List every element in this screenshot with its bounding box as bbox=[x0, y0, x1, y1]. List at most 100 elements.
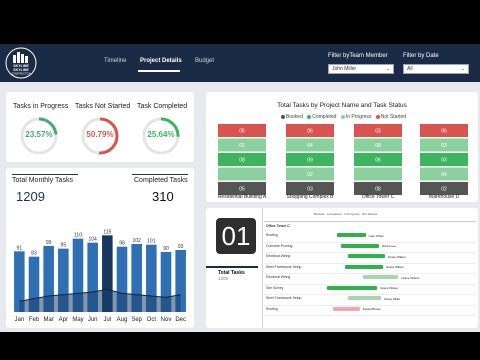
segment-value-label: 03 bbox=[441, 158, 447, 164]
gantt-row-label: Electrical Wiring bbox=[266, 254, 291, 258]
filter-date-label: Filter by Date bbox=[403, 53, 439, 59]
project-status-card: Total Tasks by Project Name and Task Sta… bbox=[206, 92, 478, 202]
segment-value-label: 05 bbox=[239, 187, 245, 193]
logo-line-3: CONSTRUCTION bbox=[11, 73, 31, 76]
project-category-label: Residential Building A bbox=[218, 194, 267, 200]
skyline-logo: SKYLINE SKYLINE CONSTRUCTION bbox=[5, 47, 37, 79]
segment-value-label: 02 bbox=[307, 172, 313, 178]
filter-date-select[interactable]: All ⌄ bbox=[403, 64, 469, 74]
kpi-value-not-started: 50.79% bbox=[86, 130, 114, 139]
project-category-label: Warehouse D bbox=[429, 194, 460, 200]
gantt-row-divider bbox=[264, 294, 476, 295]
project-category-label: Shopping Complex B bbox=[287, 194, 335, 200]
kpi-card: Tasks in Progress Tasks Not Started Task… bbox=[6, 92, 194, 162]
gantt-assignee-label: Grace Wilson bbox=[387, 254, 406, 259]
title-divider bbox=[12, 174, 78, 175]
panel-divider bbox=[262, 208, 263, 328]
segment-value-label: 04 bbox=[441, 172, 447, 178]
segment-value-label: 09 bbox=[307, 158, 313, 164]
tile-number: 01 bbox=[216, 218, 256, 254]
segment-value-label: 06 bbox=[441, 129, 447, 135]
segment-value-label: 02 bbox=[441, 187, 447, 193]
bar-value-label: 104 bbox=[88, 237, 97, 243]
tab-timeline[interactable]: Timeline bbox=[104, 58, 126, 64]
kpi-value-in-progress: 23.57% bbox=[25, 130, 53, 139]
segment-value-label: 08 bbox=[239, 158, 245, 164]
monthly-title: Total Monthly Tasks bbox=[12, 177, 73, 184]
x-tick-label: Jul bbox=[103, 317, 111, 323]
segment-value-label: 06 bbox=[375, 158, 381, 164]
gantt-row-label: Electrical Wiring bbox=[266, 275, 291, 279]
legend-in-progress: In Progress bbox=[345, 114, 372, 120]
bar-value-label: 102 bbox=[132, 238, 141, 244]
bar-value-label: 115 bbox=[103, 229, 111, 235]
x-tick-label: Mar bbox=[43, 317, 53, 323]
gantt-assignee-label: Grace Wilson bbox=[401, 275, 420, 280]
segment-value-label: 08 bbox=[375, 143, 381, 149]
x-tick-label: Sep bbox=[131, 317, 142, 323]
filter-team-member-select[interactable]: John Miller ⌄ bbox=[328, 64, 394, 74]
segment-value-label: 04 bbox=[307, 143, 313, 149]
bar-value-label: 91 bbox=[17, 245, 23, 251]
gantt-task-bar[interactable] bbox=[327, 285, 378, 290]
video-frame: SKYLINE SKYLINE CONSTRUCTION Timeline Pr… bbox=[0, 0, 480, 360]
completed-total: 310 bbox=[152, 189, 174, 204]
logo-line-2: SKYLINE bbox=[13, 68, 29, 72]
gantt-task-bar[interactable] bbox=[348, 254, 385, 258]
legend-not-started: Not Started bbox=[380, 114, 407, 120]
segment-in-progress bbox=[354, 167, 402, 181]
gantt-assignee-label: Liam White bbox=[368, 233, 384, 238]
kpi-value-completed: 25.64% bbox=[147, 130, 175, 139]
gantt-row-label: Roofing bbox=[266, 233, 278, 237]
x-tick-label: Nov bbox=[161, 317, 172, 323]
legend-dot-completed bbox=[307, 114, 312, 119]
bar-value-label: 99 bbox=[46, 240, 52, 246]
gantt-assignee-label: Daniel Brown bbox=[362, 307, 381, 311]
bar-value-label: 93 bbox=[178, 244, 184, 250]
monthly-bar-chart: 91 Jan 83 Feb 99 Mar 95 Apr 110 May 104 Jun 115 Jul 98… bbox=[14, 229, 186, 323]
bar-value-label: 101 bbox=[147, 239, 156, 245]
total-tasks-value: 1209 bbox=[218, 276, 229, 281]
bar-value-label: 98 bbox=[119, 241, 125, 247]
bar-value-label: 110 bbox=[74, 233, 82, 239]
monthly-total: 1209 bbox=[16, 189, 45, 204]
gantt-task-bar[interactable] bbox=[333, 306, 360, 311]
tab-budget[interactable]: Budget bbox=[195, 58, 214, 64]
gantt-task-bar[interactable] bbox=[348, 296, 382, 300]
tab-project-details[interactable]: Project Details bbox=[140, 58, 182, 64]
gantt-task-bar[interactable] bbox=[336, 233, 366, 237]
segment-value-label: 05 bbox=[239, 129, 245, 135]
gantt-task-bar[interactable] bbox=[362, 275, 399, 279]
filter-team-member-value: John Miller bbox=[332, 66, 357, 72]
x-tick-label: Oct bbox=[147, 317, 157, 323]
segment-value-label: 08 bbox=[375, 187, 381, 193]
project-stacked-chart: 05020805Residential Building A0604090203… bbox=[218, 124, 468, 200]
x-tick-label: Apr bbox=[59, 317, 68, 323]
segment-value-label: 02 bbox=[239, 143, 245, 149]
segment-value-label: 03 bbox=[375, 129, 381, 135]
bar-value-label: 95 bbox=[61, 243, 67, 249]
x-tick-label: May bbox=[72, 317, 83, 323]
kpi-title-in-progress: Tasks in Progress bbox=[13, 103, 69, 110]
completed-title: Completed Tasks bbox=[134, 177, 188, 184]
gantt-task-bar[interactable] bbox=[344, 264, 383, 269]
gantt-row-label: Site Survey bbox=[266, 285, 284, 290]
segment-value-label: 06 bbox=[307, 129, 313, 135]
chevron-down-icon: ⌄ bbox=[385, 66, 390, 72]
gantt-legend: Booked · Completed · In Progress · Not S… bbox=[314, 212, 378, 216]
x-tick-label: Dec bbox=[175, 317, 186, 323]
gantt-assignee-label: David Lee bbox=[382, 244, 396, 248]
project-category-label: Office Tower C bbox=[362, 194, 395, 200]
active-tab-indicator bbox=[138, 70, 180, 72]
x-tick-label: Aug bbox=[117, 317, 128, 323]
chevron-down-icon: ⌄ bbox=[460, 66, 465, 72]
gantt-group-label: Office Tower C bbox=[266, 224, 290, 228]
top-header: SKYLINE SKYLINE CONSTRUCTION Timeline Pr… bbox=[0, 44, 480, 82]
gantt-assignee-label: Grace Miller bbox=[384, 296, 401, 301]
gantt-timescale bbox=[264, 218, 476, 222]
kpi-title-not-started: Tasks Not Started bbox=[75, 103, 131, 110]
title-divider bbox=[132, 174, 188, 175]
gantt-task-bar[interactable] bbox=[340, 243, 380, 248]
project-chart-title: Total Tasks by Project Name and Task Sta… bbox=[277, 102, 407, 109]
gantt-row-divider bbox=[264, 283, 476, 285]
